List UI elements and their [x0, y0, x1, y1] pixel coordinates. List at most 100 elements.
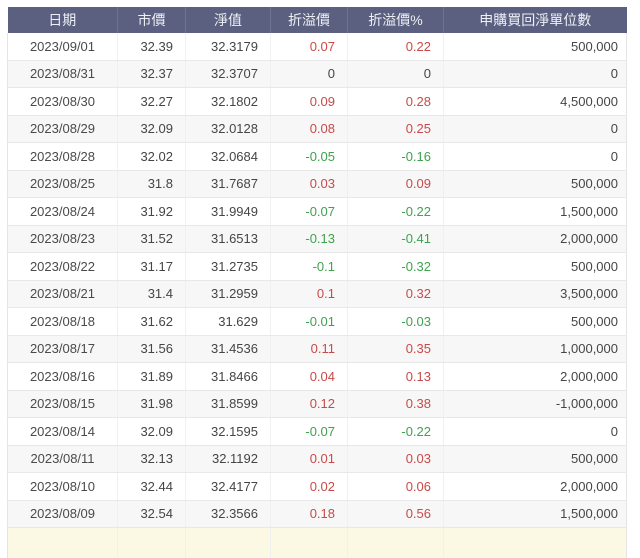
cell-premium: -0.13: [271, 225, 348, 253]
table-header: 日期 市價 淨值 折溢價 折溢價% 申購買回淨單位數: [8, 7, 627, 33]
cell-net-units: 2,000,000: [444, 225, 627, 253]
cell-premium-pct: 0.38: [348, 390, 444, 418]
cell-date: 2023/08/14: [8, 418, 118, 446]
column-header-premium: 折溢價: [271, 7, 348, 33]
cell-nav: 32.3566: [186, 500, 271, 528]
cell-market-price: 32.09: [118, 115, 186, 143]
cell-nav: 31.8466: [186, 363, 271, 391]
cell-net-units: 1,000,000: [444, 335, 627, 363]
cell-premium-pct: -0.41: [348, 225, 444, 253]
premium-discount-table: 日期 市價 淨值 折溢價 折溢價% 申購買回淨單位數 2023/09/0132.…: [7, 7, 627, 558]
cell-market-price: 31.89: [118, 363, 186, 391]
cell-market-price: 31.52: [118, 225, 186, 253]
cell-premium-pct: 0: [348, 60, 444, 88]
cell-premium-pct: 0.56: [348, 500, 444, 528]
cell-net-units: 0: [444, 143, 627, 171]
table-row: 2023/08/1731.5631.45360.110.351,000,000: [8, 335, 627, 363]
cell-premium-pct: [348, 528, 444, 558]
cell-premium: 0.03: [271, 170, 348, 198]
table-row: 2023/09/0132.3932.31790.070.22500,000: [8, 33, 627, 60]
table-row: 2023/08/2531.831.76870.030.09500,000: [8, 170, 627, 198]
cell-date: 2023/08/31: [8, 60, 118, 88]
cell-premium-pct: 0.03: [348, 445, 444, 473]
cell-nav: 31.2735: [186, 253, 271, 281]
table-row: 2023/08/1032.4432.41770.020.062,000,000: [8, 473, 627, 501]
cell-net-units: 1,500,000: [444, 198, 627, 226]
cell-premium: -0.1: [271, 253, 348, 281]
column-header-date: 日期: [8, 7, 118, 33]
cell-premium-pct: 0.32: [348, 280, 444, 308]
cell-net-units: 0: [444, 115, 627, 143]
cell-market-price: 32.54: [118, 500, 186, 528]
column-header-premium-pct: 折溢價%: [348, 7, 444, 33]
cell-premium-pct: -0.32: [348, 253, 444, 281]
cell-market-price: 31.4: [118, 280, 186, 308]
cell-net-units: 4,500,000: [444, 88, 627, 116]
cell-premium: 0.18: [271, 500, 348, 528]
cell-premium: 0.1: [271, 280, 348, 308]
cell-premium: 0.08: [271, 115, 348, 143]
cell-premium-pct: -0.16: [348, 143, 444, 171]
cell-date: 2023/08/24: [8, 198, 118, 226]
cell-nav: 31.2959: [186, 280, 271, 308]
premium-discount-table-container: 日期 市價 淨值 折溢價 折溢價% 申購買回淨單位數 2023/09/0132.…: [7, 7, 626, 558]
cell-date: 2023/08/22: [8, 253, 118, 281]
column-header-nav: 淨值: [186, 7, 271, 33]
table-row: 2023/08/3132.3732.3707000: [8, 60, 627, 88]
cell-net-units: [444, 528, 627, 558]
cell-premium: 0.07: [271, 33, 348, 60]
cell-net-units: 1,500,000: [444, 500, 627, 528]
cell-market-price: [118, 528, 186, 558]
cell-date: 2023/08/29: [8, 115, 118, 143]
cell-market-price: 31.92: [118, 198, 186, 226]
column-header-market-price: 市價: [118, 7, 186, 33]
cell-net-units: 2,000,000: [444, 363, 627, 391]
cell-market-price: 32.13: [118, 445, 186, 473]
cell-net-units: 0: [444, 60, 627, 88]
cell-market-price: 31.8: [118, 170, 186, 198]
cell-premium: -0.07: [271, 418, 348, 446]
table-row: 2023/08/2231.1731.2735-0.1-0.32500,000: [8, 253, 627, 281]
cell-nav: [186, 528, 271, 558]
cell-premium-pct: -0.22: [348, 198, 444, 226]
cell-nav: 31.9949: [186, 198, 271, 226]
cell-nav: 31.629: [186, 308, 271, 336]
cell-premium: 0.04: [271, 363, 348, 391]
cell-premium-pct: 0.09: [348, 170, 444, 198]
cell-nav: 31.6513: [186, 225, 271, 253]
table-row: 2023/08/3032.2732.18020.090.284,500,000: [8, 88, 627, 116]
cell-date: 2023/08/21: [8, 280, 118, 308]
table-row: 2023/08/1631.8931.84660.040.132,000,000: [8, 363, 627, 391]
cell-date: 2023/08/09: [8, 500, 118, 528]
cell-net-units: 2,000,000: [444, 473, 627, 501]
cell-net-units: 500,000: [444, 445, 627, 473]
cell-date: 2023/08/15: [8, 390, 118, 418]
cell-premium: 0.09: [271, 88, 348, 116]
cell-premium-pct: 0.06: [348, 473, 444, 501]
header-row: 日期 市價 淨值 折溢價 折溢價% 申購買回淨單位數: [8, 7, 627, 33]
cell-net-units: 500,000: [444, 308, 627, 336]
table-row: 2023/08/2932.0932.01280.080.250: [8, 115, 627, 143]
cell-nav: 32.3707: [186, 60, 271, 88]
cell-net-units: 3,500,000: [444, 280, 627, 308]
table-row: 2023/08/1132.1332.11920.010.03500,000: [8, 445, 627, 473]
table-row: 2023/08/1531.9831.85990.120.38-1,000,000: [8, 390, 627, 418]
cell-market-price: 31.17: [118, 253, 186, 281]
cell-date: 2023/08/23: [8, 225, 118, 253]
column-header-net-units: 申購買回淨單位數: [444, 7, 627, 33]
cell-market-price: 32.02: [118, 143, 186, 171]
table-row: 2023/08/2131.431.29590.10.323,500,000: [8, 280, 627, 308]
cell-premium-pct: 0.35: [348, 335, 444, 363]
cell-nav: 31.7687: [186, 170, 271, 198]
cell-date: 2023/08/11: [8, 445, 118, 473]
cell-premium-pct: -0.03: [348, 308, 444, 336]
cell-market-price: 32.44: [118, 473, 186, 501]
cell-nav: 32.1595: [186, 418, 271, 446]
cell-premium: 0.01: [271, 445, 348, 473]
cell-market-price: 31.98: [118, 390, 186, 418]
cell-premium-pct: 0.13: [348, 363, 444, 391]
cell-date: [8, 528, 118, 558]
cell-premium-pct: 0.28: [348, 88, 444, 116]
cell-premium-pct: 0.25: [348, 115, 444, 143]
cell-premium-pct: -0.22: [348, 418, 444, 446]
